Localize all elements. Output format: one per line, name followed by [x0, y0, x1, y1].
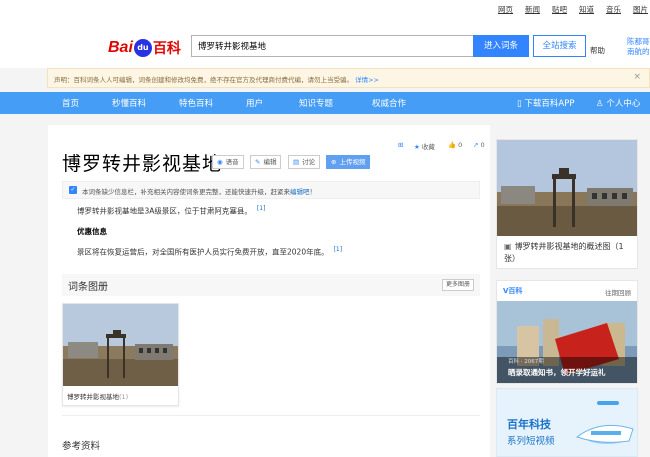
paragraph-intro: 博罗转井影视基地是3A级景区，位于甘肃阿克塞县。 [1]	[77, 205, 266, 216]
nav-home[interactable]: 首页	[62, 97, 79, 109]
nav-miaodong[interactable]: 秒懂百科	[112, 97, 146, 109]
share-icon: ↗	[473, 141, 479, 149]
album-photo	[63, 304, 178, 386]
lemma-note: ✓ 本词条缺少信息栏，补充相关内容使词条更完整，还能快速升级，赶紧来编辑吧！	[62, 181, 480, 199]
close-icon[interactable]: ×	[633, 72, 641, 82]
nav-personal-center[interactable]: ♙ 个人中心	[596, 97, 640, 109]
banner-title: 百年科技	[507, 418, 551, 431]
nav-download-app[interactable]: ▯ 下载百科APP	[517, 97, 574, 109]
user-org: 南航的	[627, 47, 650, 56]
top-link-web[interactable]: 网页	[498, 4, 513, 15]
v-baike-box: V百科 往期回顾 百科 · 2067期 晒录取通知书，领开学好运礼	[496, 280, 638, 384]
notice-more-link[interactable]: 详情>>	[355, 76, 379, 84]
reference-link[interactable]: [1]	[334, 246, 343, 253]
references-title: 参考资料	[62, 441, 101, 452]
picture-icon: ▣	[504, 242, 512, 251]
banner-illustration	[575, 401, 634, 444]
logo-baike: 百科	[152, 41, 181, 57]
top-link-zhidao[interactable]: 知道	[579, 4, 594, 15]
main-nav: 首页 秒懂百科 特色百科 用户 知识专题 权威合作 ▯ 下载百科APP ♙ 个人…	[0, 92, 650, 114]
notice-text: 声明：百科词条人人可编辑，词条创建和修改均免费，绝不存在官方及代理商付费代编，请…	[54, 76, 353, 84]
album-header: 词条图册 更多图册	[62, 274, 480, 296]
section-heading-discount: 优惠信息	[77, 227, 107, 236]
share-action[interactable]: ↗ 0	[473, 141, 485, 149]
plus-circle-icon: ⊕	[331, 158, 337, 166]
nav-featured[interactable]: 特色百科	[179, 97, 213, 109]
pencil-icon: ✎	[255, 158, 261, 166]
baidu-baike-logo[interactable]: Bai du 百科	[108, 38, 181, 58]
top-link-images[interactable]: 图片	[633, 4, 648, 15]
discuss-button[interactable]: ▤ 讨论	[288, 155, 321, 169]
thumb-icon: 👍	[448, 141, 457, 149]
summary-picture-caption: 博罗转井影视基地的概述图（1张）	[504, 242, 624, 263]
username[interactable]: 陈都哥	[627, 37, 650, 47]
summary-photo	[497, 140, 637, 236]
check-icon: ✓	[69, 186, 77, 194]
reference-link[interactable]: [1]	[257, 205, 266, 212]
header: Bai du 百科 进入词条 全站搜索 帮助 陈都哥 南航的	[0, 18, 650, 68]
enter-entry-button[interactable]: 进入词条	[473, 35, 529, 57]
banner-subtitle: 系列短视频	[507, 436, 555, 447]
edit-link[interactable]: 编辑吧	[290, 188, 310, 196]
page-title: 博罗转井影视基地	[62, 153, 223, 175]
speaker-icon: ◉	[217, 158, 223, 166]
video-episode: 百科 · 2067期	[508, 359, 544, 365]
top-link-tieba[interactable]: 贴吧	[552, 4, 567, 15]
top-link-news[interactable]: 新闻	[525, 4, 540, 15]
divider	[62, 415, 480, 416]
past-review-link[interactable]: 往期回顾	[605, 287, 631, 297]
like-action[interactable]: 👍 0	[448, 141, 462, 149]
person-icon: ♙	[596, 99, 607, 109]
site-search-button[interactable]: 全站搜索	[533, 35, 586, 57]
article-main: ⊞ ★ 收藏 👍 0 ↗ 0 博罗转井影视基地 ◉ 语音 ✎ 编辑 ▤ 讨论 ⊕ 上传视…	[48, 125, 490, 457]
disclaimer-notice: 声明：百科词条人人可编辑，词条创建和修改均免费，绝不存在官方及代理商付费代编，请…	[47, 68, 650, 88]
logo-bai: Bai	[108, 39, 133, 56]
chat-icon: ▤	[293, 158, 300, 166]
edit-button[interactable]: ✎ 编辑	[250, 155, 282, 169]
v-baike-brand: V百科	[503, 287, 523, 295]
search-input[interactable]	[191, 35, 474, 57]
century-tech-banner[interactable]: 百年科技 系列短视频	[496, 388, 638, 457]
more-albums-button[interactable]: 更多图册	[441, 279, 474, 291]
paragraph-discount: 景区将在恢复运营后，对全国所有医护人员实行免费开放，直至2020年底。 [1]	[77, 246, 343, 257]
summary-picture-card[interactable]: ▣ 博罗转井影视基地的概述图（1张）	[496, 139, 638, 269]
voice-button[interactable]: ◉ 语音	[212, 155, 244, 169]
help-link[interactable]: 帮助	[590, 45, 605, 56]
album-title: 词条图册	[68, 282, 108, 293]
video-title[interactable]: 晒录取通知书，领开学好运礼	[508, 367, 606, 378]
logo-paw-icon: du	[133, 39, 152, 57]
album-card[interactable]: 博罗转井影视基地(1)	[62, 303, 179, 406]
album-caption: 博罗转井影视基地	[67, 393, 119, 401]
nav-partners[interactable]: 权威合作	[372, 97, 406, 109]
album-count: (1)	[119, 393, 129, 401]
top-links-bar: 网页 新闻 贴吧 知道 音乐 图片	[0, 0, 650, 18]
star-icon: ★	[414, 143, 420, 151]
plus-icon[interactable]: ⊞	[398, 141, 403, 149]
upload-video-button[interactable]: ⊕ 上传视频	[326, 155, 371, 169]
top-links: 网页 新闻 贴吧 知道 音乐 图片	[486, 4, 648, 15]
nav-users[interactable]: 用户	[246, 97, 263, 109]
nav-topics[interactable]: 知识专题	[299, 97, 333, 109]
top-link-music[interactable]: 音乐	[606, 4, 621, 15]
collect-action[interactable]: ★ 收藏	[414, 141, 435, 151]
user-info[interactable]: 陈都哥 南航的	[627, 37, 650, 57]
